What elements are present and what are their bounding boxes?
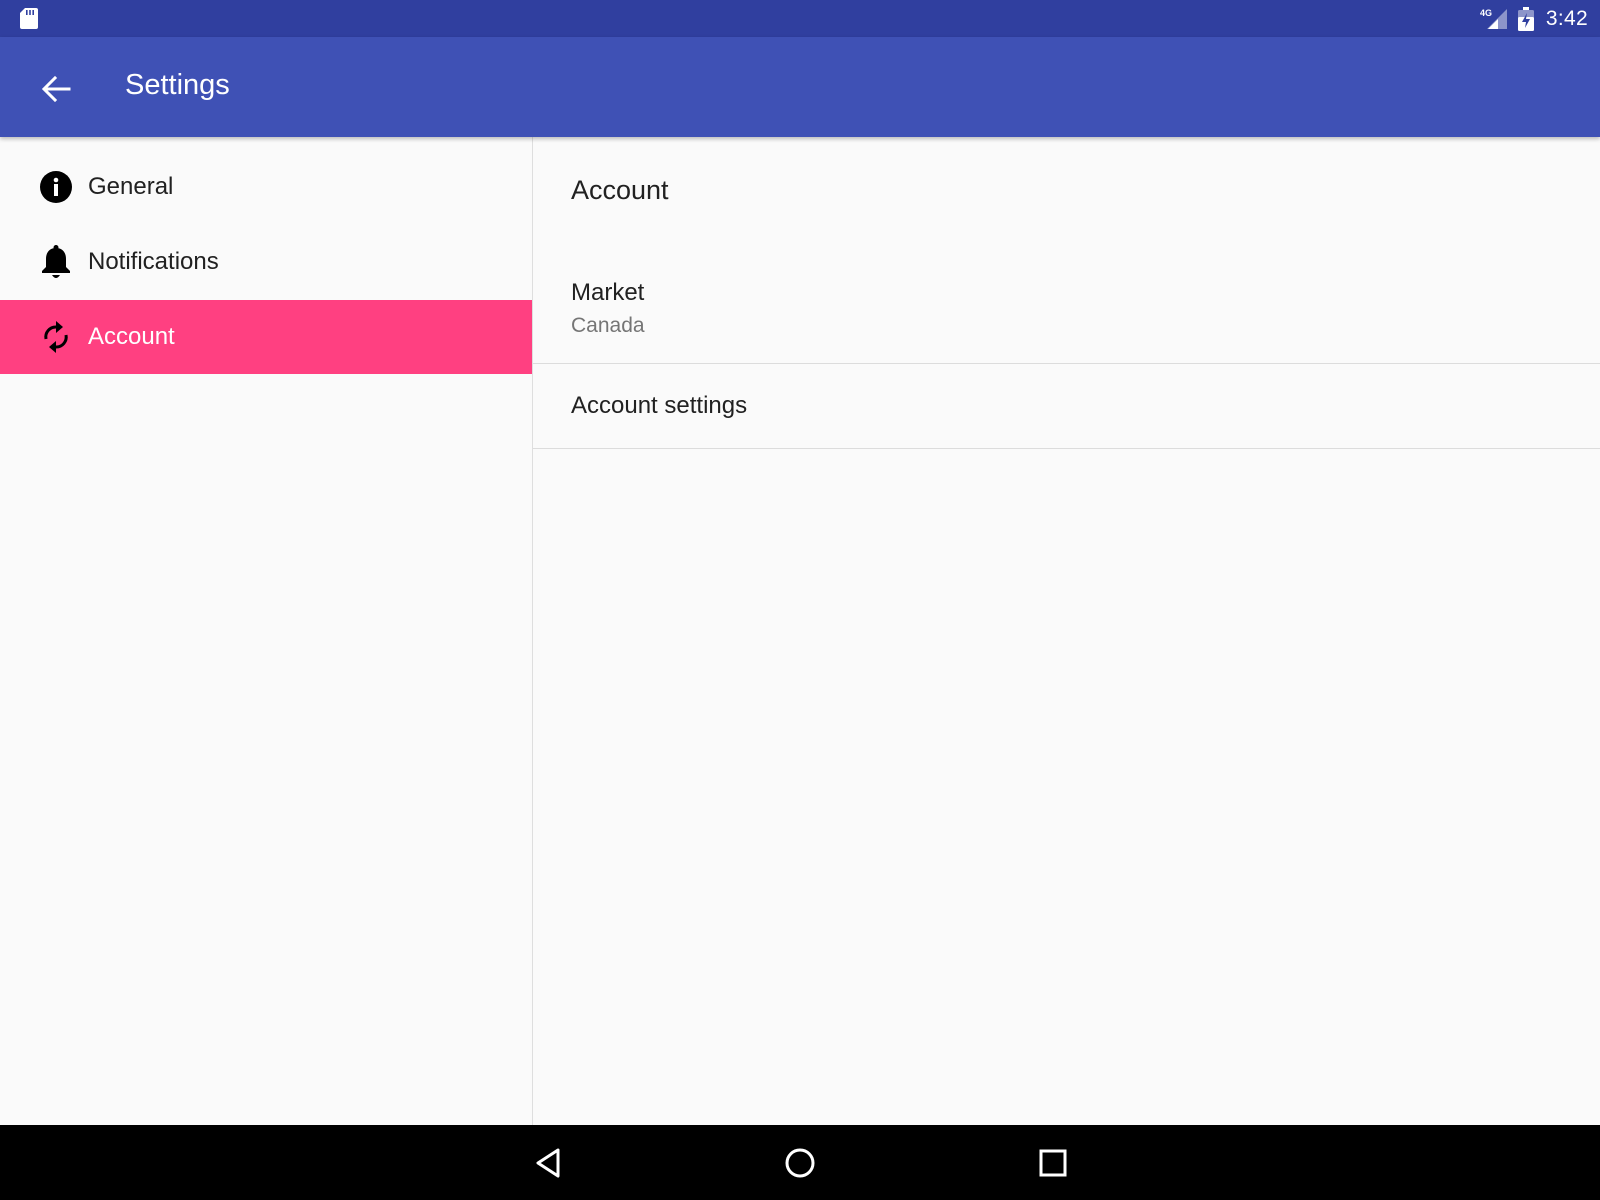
preference-title: Account settings — [571, 392, 748, 419]
bell-icon — [39, 245, 73, 279]
app-bar: Settings — [0, 37, 1600, 137]
sidebar-item-account[interactable]: Account — [0, 300, 532, 374]
system-nav-bar — [0, 1125, 1600, 1200]
status-time: 3:42 — [1545, 6, 1588, 30]
preference-title: Market — [571, 279, 645, 306]
screen: 4G 3:42 Settings General Notifications A… — [0, 0, 1600, 1200]
status-icons: 4G 3:42 — [1480, 0, 1588, 37]
market-preference[interactable]: Market Canada — [533, 239, 1600, 364]
battery-charging-icon — [1517, 6, 1534, 31]
sidebar-item-notifications[interactable]: Notifications — [0, 225, 532, 299]
nav-back-button[interactable] — [522, 1137, 574, 1189]
account-settings-preference[interactable]: Account settings — [533, 364, 1600, 449]
status-bar: 4G 3:42 — [0, 0, 1600, 37]
settings-content: Account Market Canada Account settings — [533, 137, 1600, 1125]
sidebar-item-label: General — [88, 173, 174, 200]
network-type-label: 4G — [1480, 8, 1492, 18]
preference-summary: Canada — [571, 314, 645, 337]
signal-4g-icon: 4G — [1480, 8, 1507, 29]
section-title: Account — [571, 175, 669, 205]
back-button[interactable] — [30, 63, 82, 115]
home-circle-icon — [785, 1148, 815, 1178]
sidebar-item-label: Notifications — [88, 248, 219, 275]
arrow-back-icon — [41, 76, 71, 102]
nav-recents-button[interactable] — [1027, 1137, 1079, 1189]
back-triangle-icon — [536, 1148, 560, 1178]
settings-sidebar: General Notifications Account — [0, 137, 533, 1125]
sd-card-icon — [20, 8, 38, 29]
recents-square-icon — [1039, 1149, 1067, 1177]
sidebar-item-general[interactable]: General — [0, 150, 532, 224]
info-icon — [39, 170, 73, 204]
nav-home-button[interactable] — [774, 1137, 826, 1189]
sync-icon — [39, 320, 73, 354]
sidebar-item-label: Account — [88, 323, 175, 350]
page-title: Settings — [125, 69, 230, 101]
